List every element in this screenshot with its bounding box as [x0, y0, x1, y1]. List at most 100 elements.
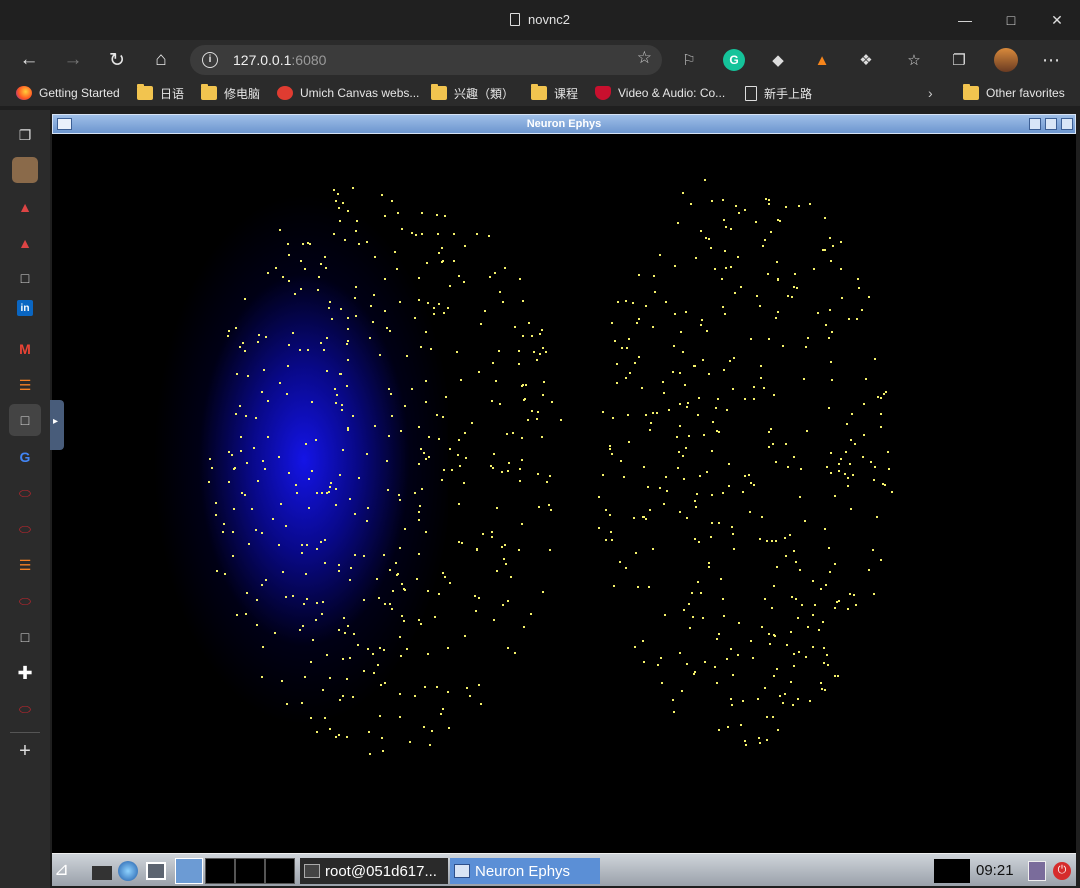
remote-minimize-button[interactable]: [1029, 118, 1041, 130]
neuron-dot: [347, 359, 349, 361]
neuron-dot: [765, 198, 767, 200]
collections-icon[interactable]: ❐: [948, 49, 970, 71]
neuron-dot: [287, 365, 289, 367]
sidebar-app-icon[interactable]: [12, 157, 38, 183]
neuron-dot: [265, 579, 267, 581]
home-button[interactable]: ⌂: [146, 46, 176, 74]
neuron-dot: [338, 564, 340, 566]
workspace-2[interactable]: [205, 858, 235, 884]
close-button[interactable]: ✕: [1034, 6, 1080, 34]
tab-actions-icon[interactable]: ❐: [12, 122, 38, 148]
lock-screen-icon[interactable]: [1028, 861, 1046, 881]
neuron-dot: [216, 570, 218, 572]
neuron-dot: [779, 695, 781, 697]
sidebar-app-icon[interactable]: ▲: [12, 230, 38, 256]
chevron-right-icon[interactable]: ›: [928, 84, 933, 102]
refresh-button[interactable]: ↻: [102, 46, 132, 74]
gmail-icon[interactable]: M: [12, 336, 38, 362]
sidebar-app-icon[interactable]: ▲: [12, 194, 38, 220]
taskbar-task-terminal[interactable]: root@051d617...: [300, 858, 448, 884]
favorites-bar: Getting Started 日语 修电脑 Umich Canvas webs…: [0, 80, 1080, 106]
maximize-button[interactable]: □: [988, 6, 1034, 34]
extension-icon[interactable]: ⚐: [678, 49, 700, 71]
neuron-dot: [642, 516, 644, 518]
remote-maximize-button[interactable]: [1045, 118, 1057, 130]
neuron-dot: [679, 403, 681, 405]
start-menu-icon[interactable]: ⊿: [54, 859, 86, 883]
grammarly-icon[interactable]: G: [723, 49, 745, 71]
show-desktop-icon[interactable]: [92, 866, 112, 880]
page-icon[interactable]: □: [12, 265, 38, 291]
neuron-canvas[interactable]: [53, 135, 1075, 853]
site-info-icon[interactable]: i: [202, 52, 218, 68]
workspace-3[interactable]: [235, 858, 265, 884]
extension-icon[interactable]: ◆: [767, 49, 789, 71]
power-icon[interactable]: ⏻: [1053, 862, 1071, 880]
sidebar-app-icon[interactable]: ⬭: [12, 588, 38, 614]
stackoverflow-icon[interactable]: ☰: [12, 372, 38, 398]
favorite-folder[interactable]: 日语: [137, 84, 184, 102]
neuron-dot: [382, 750, 384, 752]
neuron-dot: [768, 199, 770, 201]
url-text[interactable]: 127.0.0.1:6080: [233, 52, 326, 68]
remote-close-button[interactable]: [1061, 118, 1073, 130]
minimize-button[interactable]: —: [942, 6, 988, 34]
neuron-dot: [428, 456, 430, 458]
extensions-puzzle-icon[interactable]: ❖: [855, 49, 877, 71]
neuron-dot: [828, 407, 830, 409]
stackoverflow-icon[interactable]: ☰: [12, 552, 38, 578]
neuron-dot: [809, 203, 811, 205]
back-button[interactable]: ←: [14, 46, 44, 74]
neuron-dot: [686, 517, 688, 519]
neuron-dot: [723, 369, 725, 371]
neuron-dot: [414, 695, 416, 697]
favorite-folder[interactable]: 课程: [531, 84, 578, 102]
sidebar-app-icon[interactable]: ⬭: [12, 480, 38, 506]
neuron-dot: [411, 388, 413, 390]
neuron-dot: [685, 311, 687, 313]
add-app-icon[interactable]: +: [12, 738, 38, 764]
address-bar[interactable]: i 127.0.0.1:6080 ☆: [190, 45, 662, 75]
neuron-dot: [776, 668, 778, 670]
google-icon[interactable]: G: [12, 444, 38, 470]
page-icon[interactable]: □: [9, 404, 41, 436]
neuron-dot: [463, 281, 465, 283]
taskbar-task-neuron-ephys[interactable]: Neuron Ephys: [450, 858, 600, 884]
page-icon[interactable]: □: [12, 624, 38, 650]
neuron-dot: [366, 453, 368, 455]
neuron-dot: [232, 555, 234, 557]
browser-icon[interactable]: [118, 861, 138, 881]
neuron-dot: [236, 614, 238, 616]
linkedin-icon[interactable]: in: [17, 300, 33, 316]
favorite-item[interactable]: Video & Audio: Co...: [595, 84, 725, 102]
favorite-folder[interactable]: 修电脑: [201, 84, 260, 102]
favorite-folder[interactable]: 兴趣（類）: [431, 84, 514, 102]
neuron-dot: [634, 646, 636, 648]
neuron-dot: [612, 417, 614, 419]
document-icon: [510, 13, 521, 26]
forward-button[interactable]: →: [58, 46, 88, 74]
neuron-dot: [784, 537, 786, 539]
neuron-dot: [673, 345, 675, 347]
workspace-4[interactable]: [265, 858, 295, 884]
workspace-1-icon[interactable]: [175, 858, 203, 884]
favorite-item[interactable]: 新手上路: [745, 84, 812, 102]
neuron-dot: [820, 588, 822, 590]
favorite-item[interactable]: Umich Canvas webs...: [277, 84, 419, 102]
more-menu-icon[interactable]: ⋯: [1040, 49, 1062, 71]
favorites-icon[interactable]: ☆: [903, 49, 925, 71]
novnc-control-drawer-handle[interactable]: [50, 400, 64, 450]
sidebar-app-icon[interactable]: ⬭: [12, 516, 38, 542]
plus-cross-icon[interactable]: ✚: [12, 660, 38, 686]
favorite-item[interactable]: Getting Started: [16, 84, 120, 102]
metamask-icon[interactable]: ▲: [811, 49, 833, 71]
neuron-dot: [441, 247, 443, 249]
sidebar-app-icon[interactable]: ⬭: [12, 696, 38, 722]
windows-icon[interactable]: [146, 862, 166, 880]
neuron-dot: [728, 463, 730, 465]
add-favorite-icon[interactable]: ☆: [637, 48, 652, 68]
remote-window-titlebar[interactable]: Neuron Ephys: [52, 114, 1076, 134]
vnc-viewport[interactable]: Neuron Ephys ⊿ root@051d617... Neuron Ep…: [52, 114, 1076, 886]
favorite-folder[interactable]: Other favorites: [963, 84, 1065, 102]
avatar[interactable]: [994, 48, 1018, 72]
